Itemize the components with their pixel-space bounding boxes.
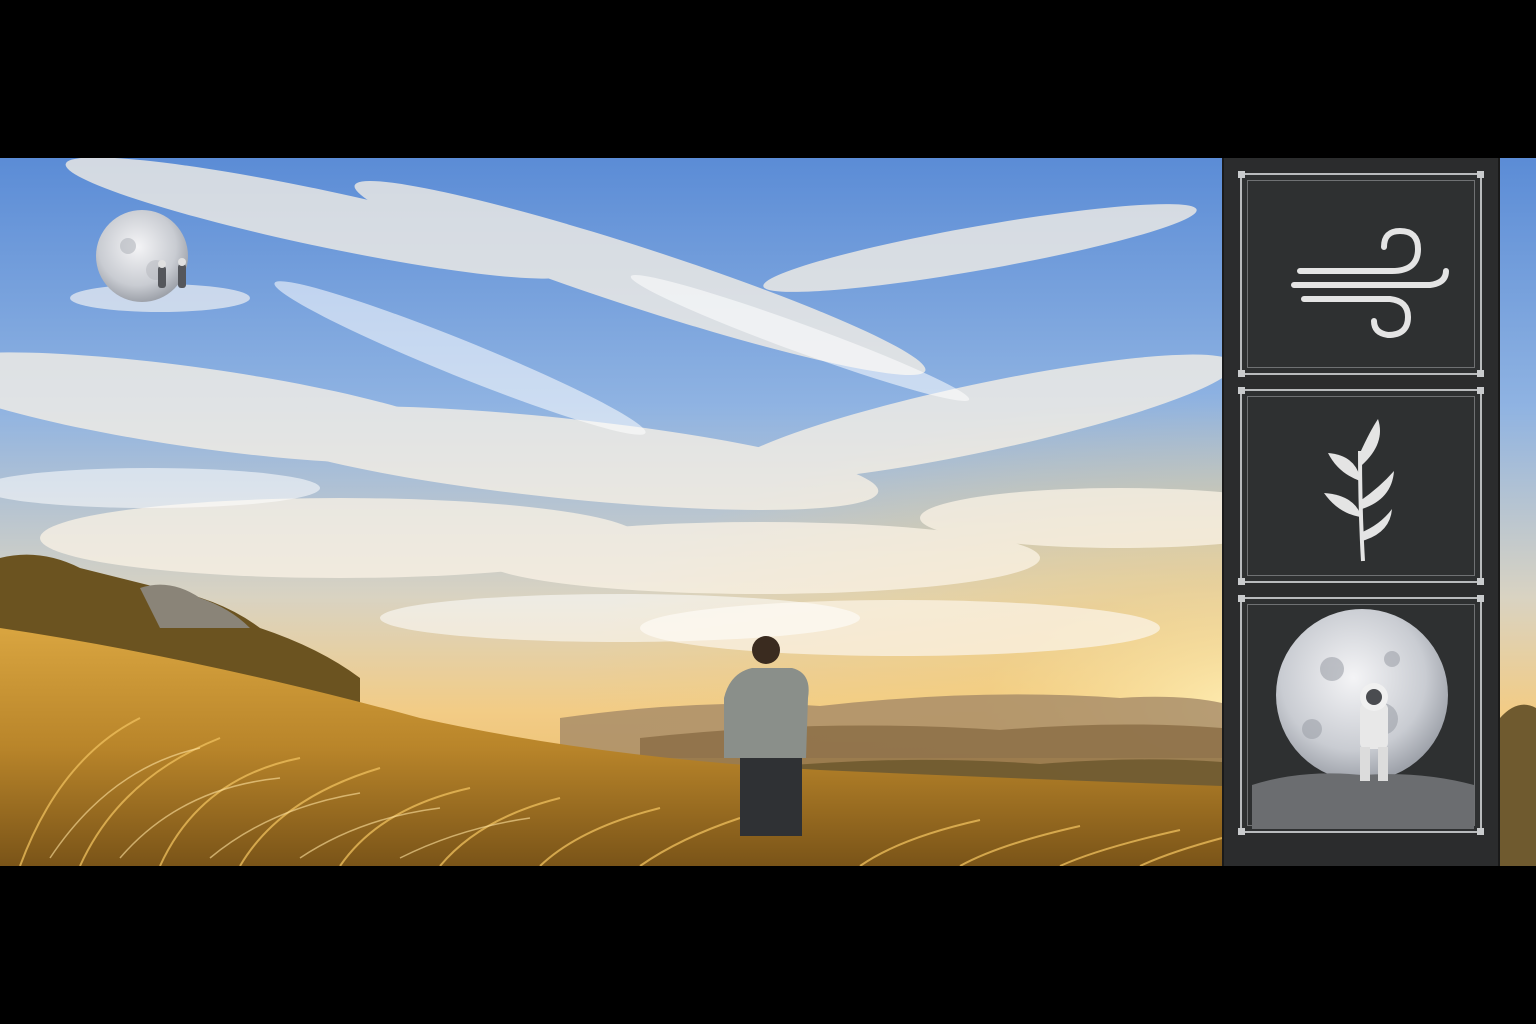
- wind-icon: [1291, 227, 1449, 339]
- letterbox-bottom: [0, 866, 1536, 1024]
- panel-moon: [1238, 595, 1484, 835]
- panel-leaf: [1238, 387, 1484, 585]
- icon-sidebar: [1222, 158, 1500, 866]
- moon-astronaut-icon: [1252, 609, 1474, 829]
- leaf-branch-icon: [1324, 419, 1394, 562]
- image-canvas: [0, 0, 1536, 1024]
- right-edge-scenery: [1500, 158, 1536, 866]
- letterbox-top: [0, 0, 1536, 158]
- panel-wind: [1238, 171, 1484, 377]
